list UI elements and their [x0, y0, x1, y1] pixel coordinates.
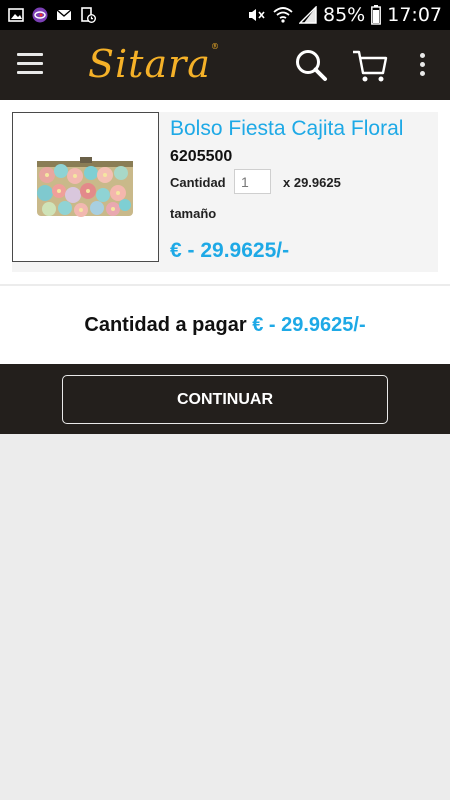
- notification-icons: [0, 7, 96, 23]
- hamburger-menu-icon[interactable]: [17, 53, 43, 77]
- status-bar: 85% 17:07: [0, 0, 450, 30]
- search-icon[interactable]: [294, 48, 328, 82]
- clipboard-clock-icon: [81, 7, 96, 23]
- app-notification-icon: [32, 7, 48, 23]
- sitara-logo[interactable]: Sitara®: [88, 42, 220, 86]
- checkout-action-bar: CONTINUAR: [0, 364, 450, 434]
- more-options-icon[interactable]: [416, 53, 428, 79]
- battery-percentage: 85%: [323, 4, 366, 26]
- product-code: 6205500: [170, 148, 233, 165]
- continue-button[interactable]: CONTINUAR: [62, 375, 388, 424]
- mute-icon: [249, 9, 265, 21]
- system-status: 85% 17:07: [247, 0, 442, 30]
- clock: 17:07: [387, 4, 442, 26]
- signal-icon: [299, 6, 317, 24]
- gallery-icon: [8, 8, 24, 22]
- unit-price: x 29.9625: [283, 175, 341, 190]
- app-header: Sitara®: [0, 30, 450, 100]
- mail-icon: [56, 9, 72, 20]
- logo-text: Sitara: [88, 42, 211, 86]
- amount-to-pay-value: € - 29.9625/-: [252, 314, 366, 336]
- payment-summary: Cantidad a pagar € - 29.9625/-: [0, 286, 450, 364]
- item-total-price: € - 29.9625/-: [170, 239, 290, 262]
- product-image[interactable]: [12, 112, 159, 262]
- product-title[interactable]: Bolso Fiesta Cajita Floral: [170, 117, 403, 141]
- amount-to-pay: Cantidad a pagar € - 29.9625/-: [0, 314, 450, 337]
- quantity-field[interactable]: [234, 169, 271, 194]
- size-label: tamaño: [170, 206, 217, 221]
- cart-item: Bolso Fiesta Cajita Floral 6205500 Canti…: [12, 112, 438, 272]
- cart-items-section: Bolso Fiesta Cajita Floral 6205500 Canti…: [0, 100, 450, 284]
- battery-icon: [371, 5, 382, 25]
- shopping-cart-icon[interactable]: [352, 48, 388, 84]
- logo-registered-mark: ®: [210, 42, 220, 51]
- wifi-icon: [273, 7, 293, 23]
- floral-clutch-picture: [37, 157, 133, 217]
- amount-to-pay-label: Cantidad a pagar: [84, 314, 247, 336]
- quantity-label: Cantidad: [170, 175, 226, 190]
